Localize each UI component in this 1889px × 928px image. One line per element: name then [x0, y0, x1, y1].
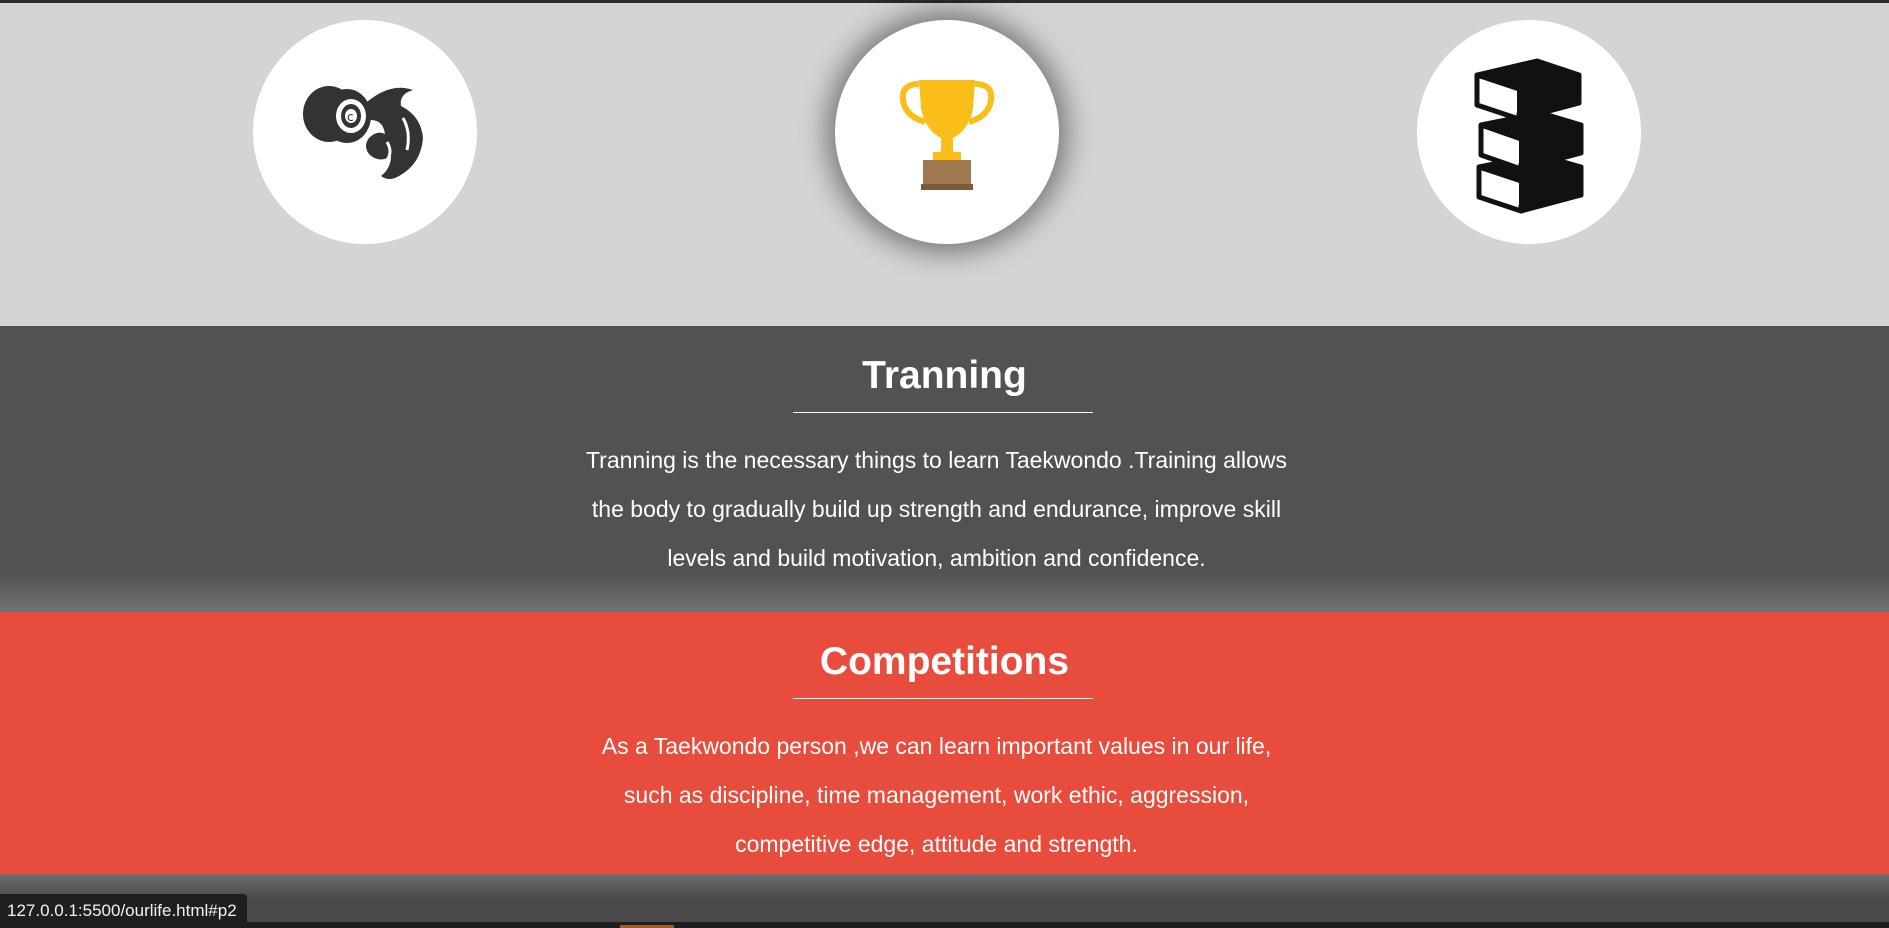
training-title: Tranning [862, 354, 1027, 397]
svg-text:c: c [347, 110, 354, 124]
strength-circle-link[interactable]: c [253, 20, 477, 244]
competitions-section: Competitions As a Taekwondo person ,we c… [0, 612, 1889, 874]
next-section-edge [0, 874, 1889, 928]
books-icon [1474, 58, 1584, 214]
trophy-icon [899, 80, 995, 190]
trophy-circle-link[interactable] [835, 20, 1059, 244]
competitions-line-2: such as discipline, time management, wor… [623, 781, 1250, 808]
training-description: Tranning is the necessary things to lear… [557, 436, 1317, 583]
training-line-1: Tranning is the necessary things to lear… [585, 446, 1288, 473]
competitions-description: As a Taekwondo person ,we can learn impo… [557, 722, 1317, 869]
competitions-line-3: competitive edge, attitude and strength. [735, 830, 1138, 857]
training-line-2: the body to gradually build up strength … [591, 495, 1282, 522]
icon-band: c [0, 3, 1889, 326]
training-title-underline [792, 411, 1093, 413]
training-section: Tranning Tranning is the necessary thing… [0, 326, 1889, 612]
link-status-url: 127.0.0.1:5500/ourlife.html#p2 [0, 894, 247, 928]
competitions-line-1: As a Taekwondo person ,we can learn impo… [601, 732, 1272, 759]
strength-icon: c [303, 86, 423, 179]
training-line-3: levels and build motivation, ambition an… [667, 544, 1206, 571]
bottom-strip [0, 922, 1889, 928]
competitions-title-underline [792, 697, 1093, 699]
competitions-title: Competitions [819, 640, 1070, 683]
books-circle-link[interactable] [1417, 20, 1641, 244]
